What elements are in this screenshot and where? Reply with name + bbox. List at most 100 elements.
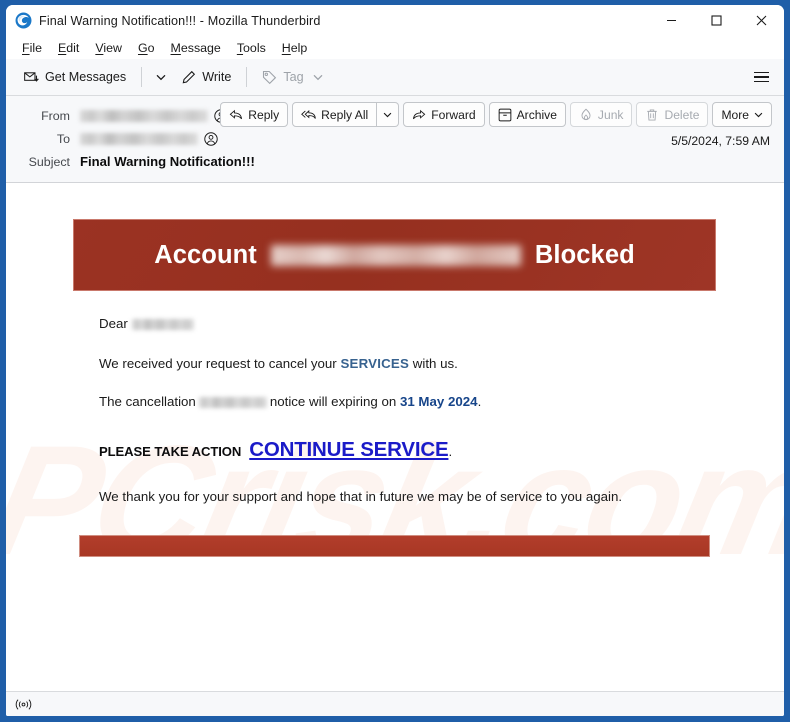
menu-item-tools[interactable]: Tools	[229, 39, 274, 57]
junk-label: Junk	[597, 107, 624, 122]
forward-label: Forward	[431, 107, 476, 122]
reply-label: Reply	[248, 107, 280, 122]
subject-value: Final Warning Notification!!!	[80, 154, 255, 169]
greeting-label: Dear	[99, 316, 128, 331]
minimize-button[interactable]	[649, 5, 694, 36]
get-messages-label: Get Messages	[45, 70, 127, 84]
menu-item-message[interactable]: Message	[163, 39, 229, 57]
tag-button[interactable]: Tag	[254, 64, 330, 90]
write-label: Write	[202, 70, 232, 84]
toolbar-separator-2	[246, 67, 248, 87]
contact-avatar-icon-to	[204, 131, 218, 146]
app-menu-button[interactable]	[749, 66, 774, 89]
window-controls	[649, 5, 784, 36]
reply-button[interactable]: Reply	[220, 102, 289, 127]
trash-icon	[647, 108, 658, 121]
thunderbird-logo-icon	[15, 12, 32, 29]
title-bar: Final Warning Notification!!! - Mozilla …	[6, 5, 784, 36]
account-blocked-banner: Account Blocked	[73, 219, 716, 291]
junk-flame-icon	[581, 108, 591, 120]
tag-icon	[263, 70, 277, 84]
cancellation-line: The cancellation notice will expiring on …	[99, 374, 784, 413]
delete-button[interactable]: Delete	[636, 102, 709, 127]
archive-box-icon	[498, 108, 511, 121]
reply-all-icon	[301, 109, 316, 119]
call-to-action-line: PLEASE TAKE ACTION CONTINUE SERVICE.	[99, 413, 784, 466]
menu-item-go[interactable]: Go	[130, 39, 163, 57]
greeting-name-redacted	[131, 318, 194, 330]
menu-bar: File Edit View Go Message Tools Help	[6, 36, 784, 59]
get-messages-button[interactable]: Get Messages	[16, 64, 134, 90]
thanks-line: We thank you for your support and hope t…	[99, 488, 623, 504]
reply-all-dropdown[interactable]	[377, 102, 400, 127]
cancel-text-mid: notice will expiring on	[269, 394, 397, 410]
delete-label: Delete	[664, 107, 700, 122]
chevron-down-icon	[754, 112, 763, 117]
more-button[interactable]: More	[712, 102, 772, 127]
greeting-line: Dear	[99, 291, 784, 335]
hamburger-menu-icon-bar3	[754, 80, 769, 83]
cancel-text-before: The cancellation	[99, 394, 196, 410]
tag-label: Tag	[283, 70, 304, 84]
subject-row: Subject Final Warning Notification!!!	[18, 150, 772, 173]
services-keyword: SERVICES	[340, 355, 410, 371]
envelope-download-icon	[24, 71, 39, 82]
forward-button[interactable]: Forward	[403, 102, 485, 127]
message-actions: Reply Reply All Forward Archive Junk Del…	[216, 102, 772, 127]
from-address-redacted	[80, 109, 208, 122]
to-row: To	[18, 127, 772, 150]
please-take-action-label: PLEASE TAKE ACTION	[99, 443, 242, 459]
menu-item-file[interactable]: File	[14, 39, 50, 57]
from-value[interactable]	[80, 108, 228, 123]
message-body: PCrisk.com Account Blocked Dear We recei…	[6, 183, 784, 691]
request-line: We received your request to cancel your …	[99, 335, 784, 375]
close-button[interactable]	[739, 5, 784, 36]
message-header: From To Subject Final Warning Notificati…	[6, 96, 784, 183]
cancel-period: .	[477, 394, 482, 410]
maximize-icon	[711, 15, 722, 26]
cancel-redacted	[198, 397, 267, 409]
mail-content: Account Blocked Dear We received your re…	[6, 183, 784, 558]
hamburger-menu-icon-bar2	[754, 76, 769, 78]
pencil-icon	[182, 70, 196, 83]
footer-red-bar	[79, 535, 710, 558]
minimize-icon	[667, 19, 676, 22]
to-label: To	[56, 131, 70, 146]
maximize-button[interactable]	[694, 5, 739, 36]
main-toolbar: Get Messages Write Tag	[6, 59, 784, 96]
get-messages-dropdown[interactable]	[149, 64, 173, 90]
menu-item-view[interactable]: View	[87, 39, 130, 57]
junk-button[interactable]: Junk	[569, 102, 633, 127]
reply-all-button[interactable]: Reply All	[292, 102, 378, 127]
forward-icon	[413, 109, 426, 119]
continue-service-link[interactable]: CONTINUE SERVICE	[249, 438, 448, 461]
window-frame: Final Warning Notification!!! - Mozilla …	[0, 0, 790, 722]
chevron-down-icon	[156, 74, 166, 80]
expiry-date: 31 May 2024	[399, 394, 478, 410]
more-label: More	[721, 107, 749, 122]
chevron-down-icon	[383, 112, 392, 117]
message-date: 5/5/2024, 7:59 AM	[671, 134, 770, 148]
banner-text-before: Account	[154, 240, 257, 269]
status-bar	[6, 691, 784, 716]
reply-all-group: Reply All	[292, 102, 400, 127]
reply-icon	[229, 109, 243, 119]
menu-item-help[interactable]: Help	[274, 39, 316, 57]
write-button[interactable]: Write	[173, 64, 239, 90]
banner-redacted-middle	[270, 244, 521, 266]
to-value[interactable]	[80, 131, 218, 146]
online-broadcast-icon	[15, 698, 32, 710]
subject-label: Subject	[28, 154, 70, 169]
menu-item-edit[interactable]: Edit	[50, 39, 87, 57]
close-icon	[756, 15, 767, 26]
tag-chevron-down-icon	[313, 74, 323, 80]
archive-button[interactable]: Archive	[488, 102, 566, 127]
window-title: Final Warning Notification!!! - Mozilla …	[39, 13, 321, 28]
from-label: From	[41, 108, 70, 123]
archive-label: Archive	[516, 107, 557, 122]
reply-all-label: Reply All	[321, 107, 369, 122]
toolbar-separator-1	[141, 67, 143, 87]
thunderbird-window: Final Warning Notification!!! - Mozilla …	[6, 5, 784, 716]
banner-text-after: Blocked	[534, 240, 635, 269]
cta-period: .	[448, 443, 453, 459]
